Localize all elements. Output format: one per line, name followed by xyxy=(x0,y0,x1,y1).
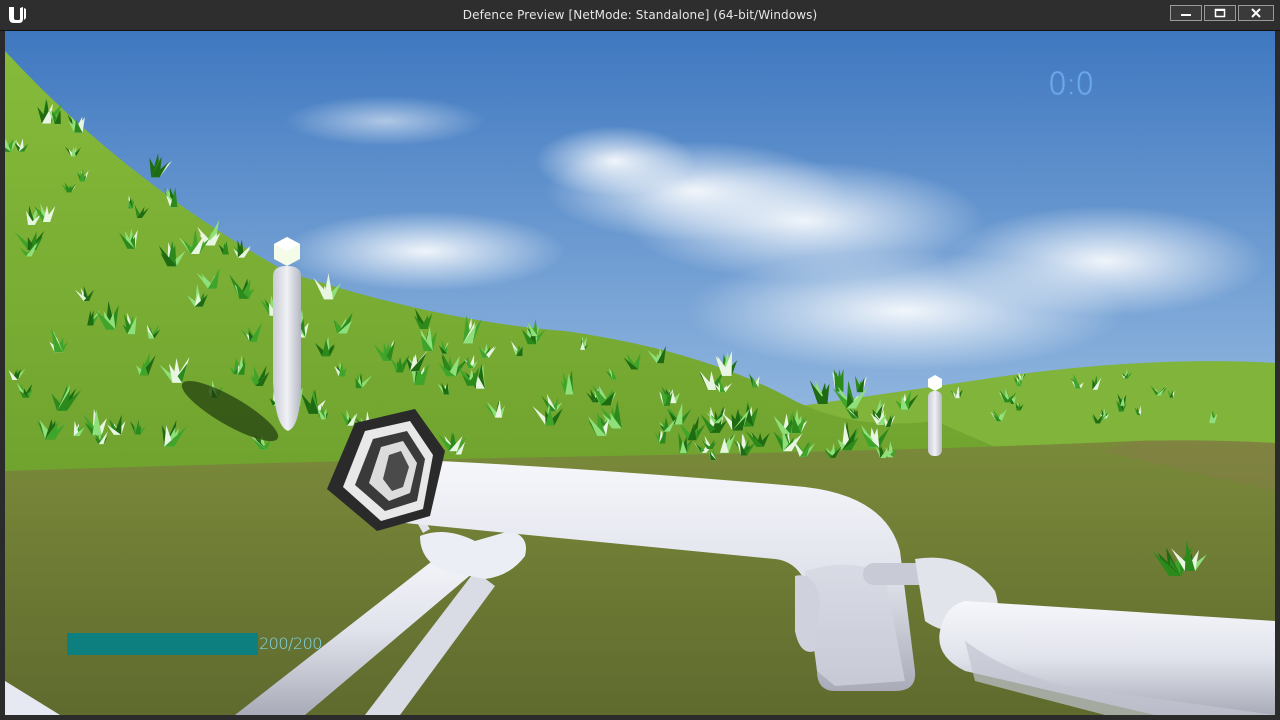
close-icon xyxy=(1251,8,1261,18)
maximize-icon xyxy=(1214,8,1226,18)
health-text: 200/200 xyxy=(259,634,322,653)
maximize-button[interactable] xyxy=(1204,5,1236,21)
target-post-right xyxy=(928,375,942,456)
title-bar[interactable]: Defence Preview [NetMode: Standalone] (6… xyxy=(0,0,1280,31)
game-scene xyxy=(5,31,1275,715)
game-window: Defence Preview [NetMode: Standalone] (6… xyxy=(0,0,1280,720)
health-bar xyxy=(67,633,258,655)
close-button[interactable] xyxy=(1238,5,1274,21)
window-title: Defence Preview [NetMode: Standalone] (6… xyxy=(462,8,818,22)
score-display: 0:0 xyxy=(1048,67,1094,102)
minimize-icon xyxy=(1181,14,1191,16)
minimize-button[interactable] xyxy=(1170,5,1202,21)
window-controls xyxy=(1170,5,1274,21)
game-viewport[interactable]: 0:0 200/200 xyxy=(5,31,1275,715)
